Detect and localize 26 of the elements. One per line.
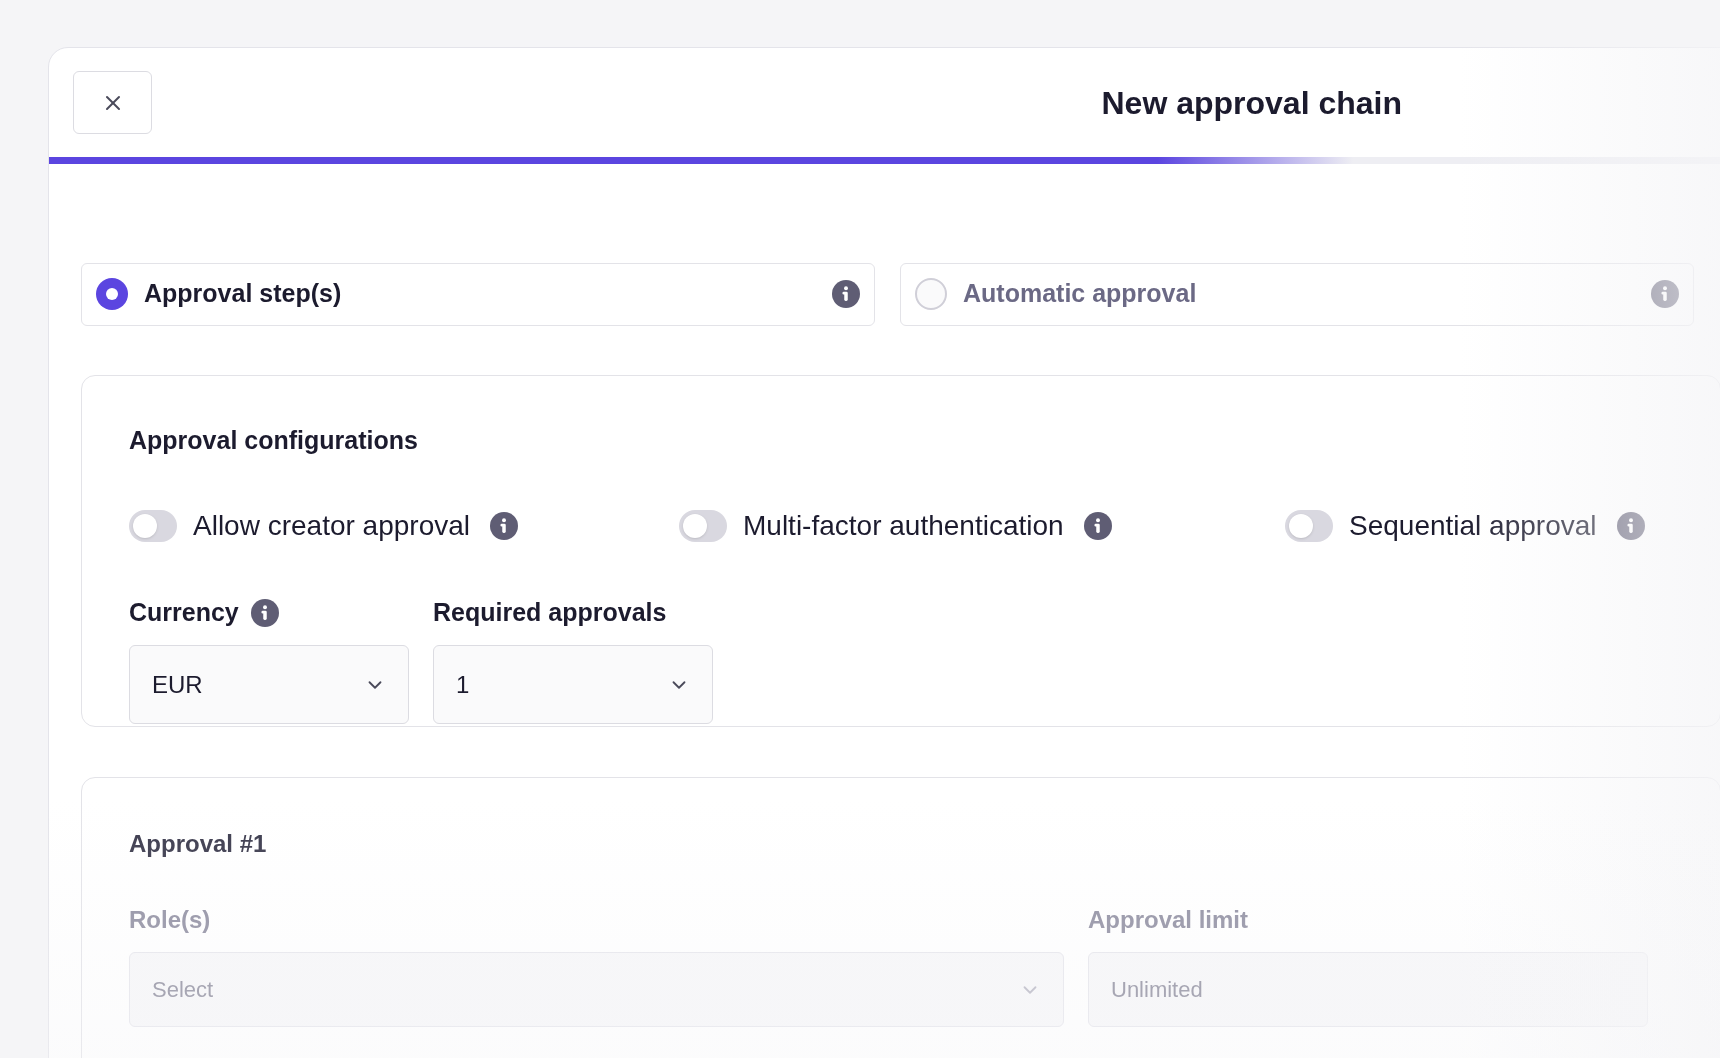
info-icon[interactable] xyxy=(490,512,519,541)
field-label: Approval limit xyxy=(1088,905,1250,936)
option-label: Approval step(s) xyxy=(144,278,343,310)
info-icon[interactable] xyxy=(250,599,279,628)
toggle-label: Allow creator approval xyxy=(193,509,471,544)
toggle-switch[interactable] xyxy=(679,510,727,543)
info-icon[interactable] xyxy=(832,280,860,309)
dropdown-field[interactable]: EUR xyxy=(129,645,409,725)
field-label: Required approvals xyxy=(433,597,667,629)
section-title: Approval #1 xyxy=(129,829,268,860)
radio-button[interactable] xyxy=(915,278,947,311)
field-label: Role(s) xyxy=(129,905,212,936)
section-title: Approval configurations xyxy=(129,424,419,456)
dropdown-field[interactable]: 1 xyxy=(433,645,713,725)
close-button[interactable] xyxy=(73,71,152,135)
field-label: Currency xyxy=(129,597,239,629)
toggle-switch[interactable] xyxy=(1285,510,1333,543)
approval-type-option[interactable]: Automatic approval xyxy=(900,262,1694,326)
toggle-label: Sequential approval xyxy=(1349,509,1597,544)
toggle-label: Multi-factor authentication xyxy=(743,509,1064,544)
option-label: Automatic approval xyxy=(963,278,1198,310)
dialog-title: New approval chain xyxy=(1101,83,1402,123)
radio-button[interactable] xyxy=(96,278,128,311)
approval-type-option[interactable]: Approval step(s) xyxy=(81,262,875,326)
info-icon[interactable] xyxy=(1083,512,1112,541)
toggle-switch[interactable] xyxy=(129,510,177,543)
